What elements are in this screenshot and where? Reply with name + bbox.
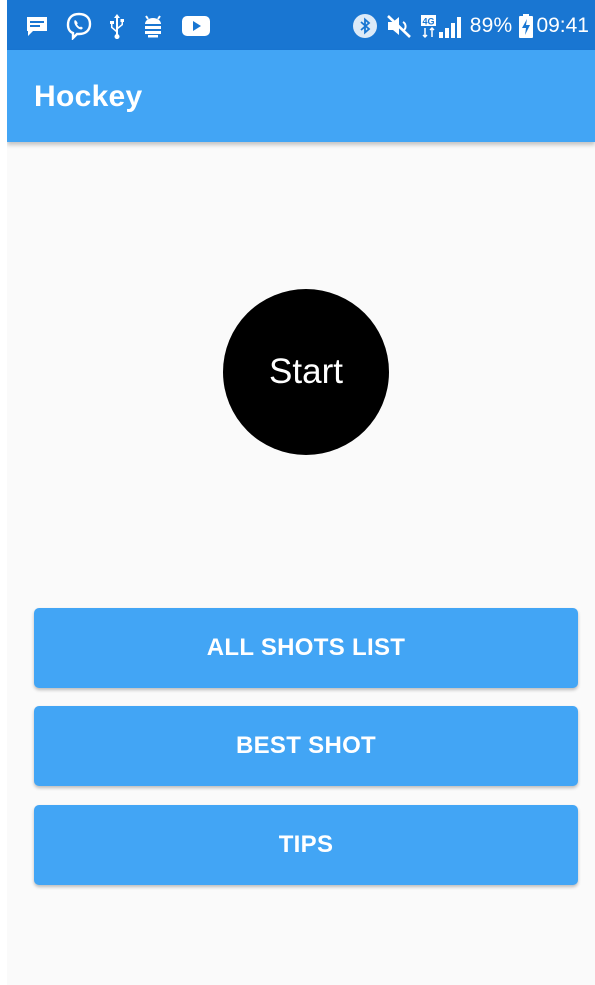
- notification-icons: [25, 12, 227, 40]
- tips-button[interactable]: TIPS: [34, 805, 578, 885]
- status-clock: 09:41: [536, 14, 589, 37]
- bluetooth-icon: [352, 13, 378, 39]
- 4g-signal-icon: 4G: [420, 13, 464, 39]
- start-button[interactable]: Start: [223, 289, 389, 455]
- mute-icon: [385, 13, 413, 39]
- android-debug-icon: [141, 13, 165, 39]
- battery-percent: 89%: [469, 14, 513, 37]
- svg-text:4G: 4G: [422, 17, 434, 27]
- all-shots-list-button[interactable]: ALL SHOTS LIST: [34, 608, 578, 688]
- youtube-icon: [181, 15, 211, 37]
- app-bar: Hockey: [7, 50, 595, 142]
- usb-icon: [109, 13, 125, 39]
- message-icon: [25, 15, 49, 37]
- viber-icon: [65, 12, 93, 40]
- app-title: Hockey: [34, 80, 143, 113]
- status-bar: 4G 89% 09:41: [7, 0, 595, 50]
- battery-charging-icon: [519, 14, 534, 38]
- best-shot-button[interactable]: BEST SHOT: [34, 706, 578, 786]
- app-screen: 4G 89% 09:41 Hockey Start ALL SHOTS LIST…: [7, 0, 595, 985]
- system-status: 4G 89% 09:41: [345, 12, 589, 40]
